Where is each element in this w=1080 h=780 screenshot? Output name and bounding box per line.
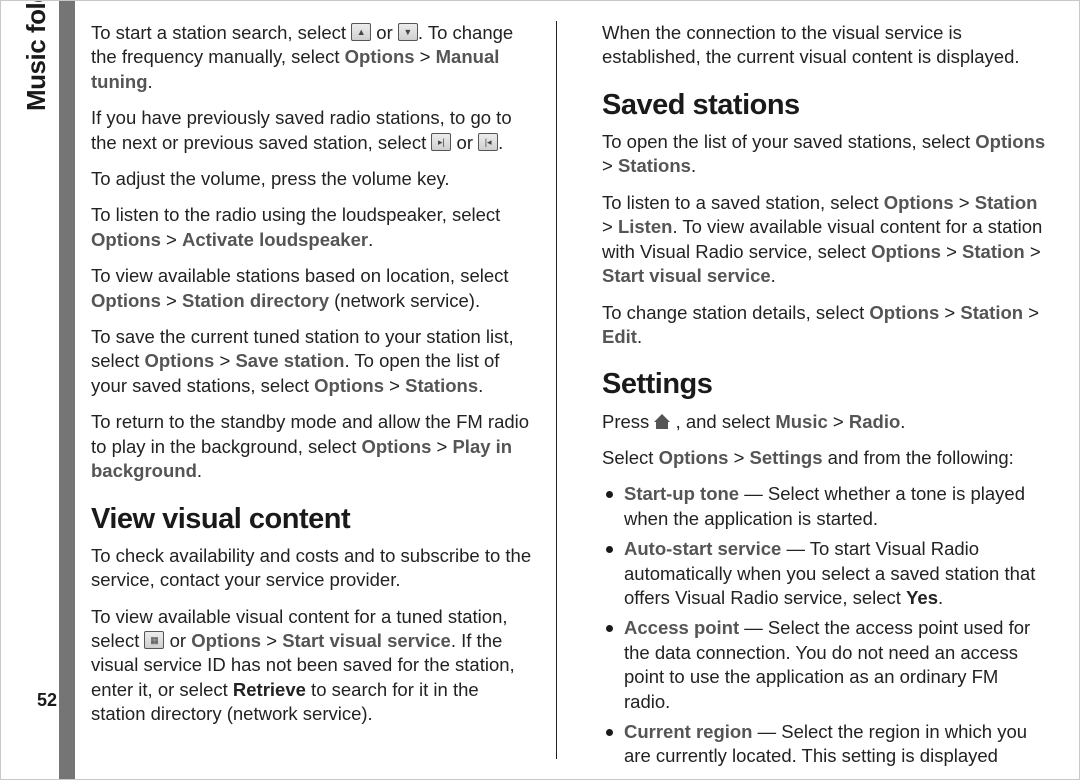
prev-station-icon: |◂: [478, 133, 498, 151]
para: If you have previously saved radio stati…: [91, 106, 536, 155]
para: To change station details, select Option…: [602, 301, 1047, 350]
para: When the connection to the visual servic…: [602, 21, 1047, 70]
para: To return to the standby mode and allow …: [91, 410, 536, 483]
list-item: Current region — Select the region in wh…: [602, 720, 1047, 769]
settings-list: Start-up tone — Select whether a tone is…: [602, 482, 1047, 768]
para: Press , and select Music > Radio.: [602, 410, 1047, 434]
section-label: Music folder: [21, 0, 52, 111]
seek-up-icon: ▲: [351, 23, 371, 41]
next-station-icon: ▸|: [431, 133, 451, 151]
heading-view-visual-content: View visual content: [91, 500, 536, 538]
sidebar-stripe: [59, 1, 75, 779]
para: To start a station search, select ▲ or ▼…: [91, 21, 536, 94]
home-key-icon: [654, 414, 670, 430]
heading-settings: Settings: [602, 365, 1047, 403]
para: To save the current tuned station to you…: [91, 325, 536, 398]
para: To open the list of your saved stations,…: [602, 130, 1047, 179]
page-number: 52: [37, 690, 57, 711]
visual-service-icon: ▦: [144, 631, 164, 649]
list-item: Auto-start service — To start Visual Rad…: [602, 537, 1047, 610]
para: To adjust the volume, press the volume k…: [91, 167, 536, 191]
para: To listen to a saved station, select Opt…: [602, 191, 1047, 289]
para: To check availability and costs and to s…: [91, 544, 536, 593]
heading-saved-stations: Saved stations: [602, 86, 1047, 124]
seek-down-icon: ▼: [398, 23, 418, 41]
list-item: Access point — Select the access point u…: [602, 616, 1047, 714]
content-columns: To start a station search, select ▲ or ▼…: [91, 21, 1047, 759]
right-column: When the connection to the visual servic…: [592, 21, 1047, 759]
para: To listen to the radio using the loudspe…: [91, 203, 536, 252]
left-column: To start a station search, select ▲ or ▼…: [91, 21, 557, 759]
para: Select Options > Settings and from the f…: [602, 446, 1047, 470]
list-item: Start-up tone — Select whether a tone is…: [602, 482, 1047, 531]
para: To view available stations based on loca…: [91, 264, 536, 313]
para: To view available visual content for a t…: [91, 605, 536, 727]
manual-page: Music folder 52 To start a station searc…: [0, 0, 1080, 780]
menu-options: Options: [345, 46, 415, 67]
